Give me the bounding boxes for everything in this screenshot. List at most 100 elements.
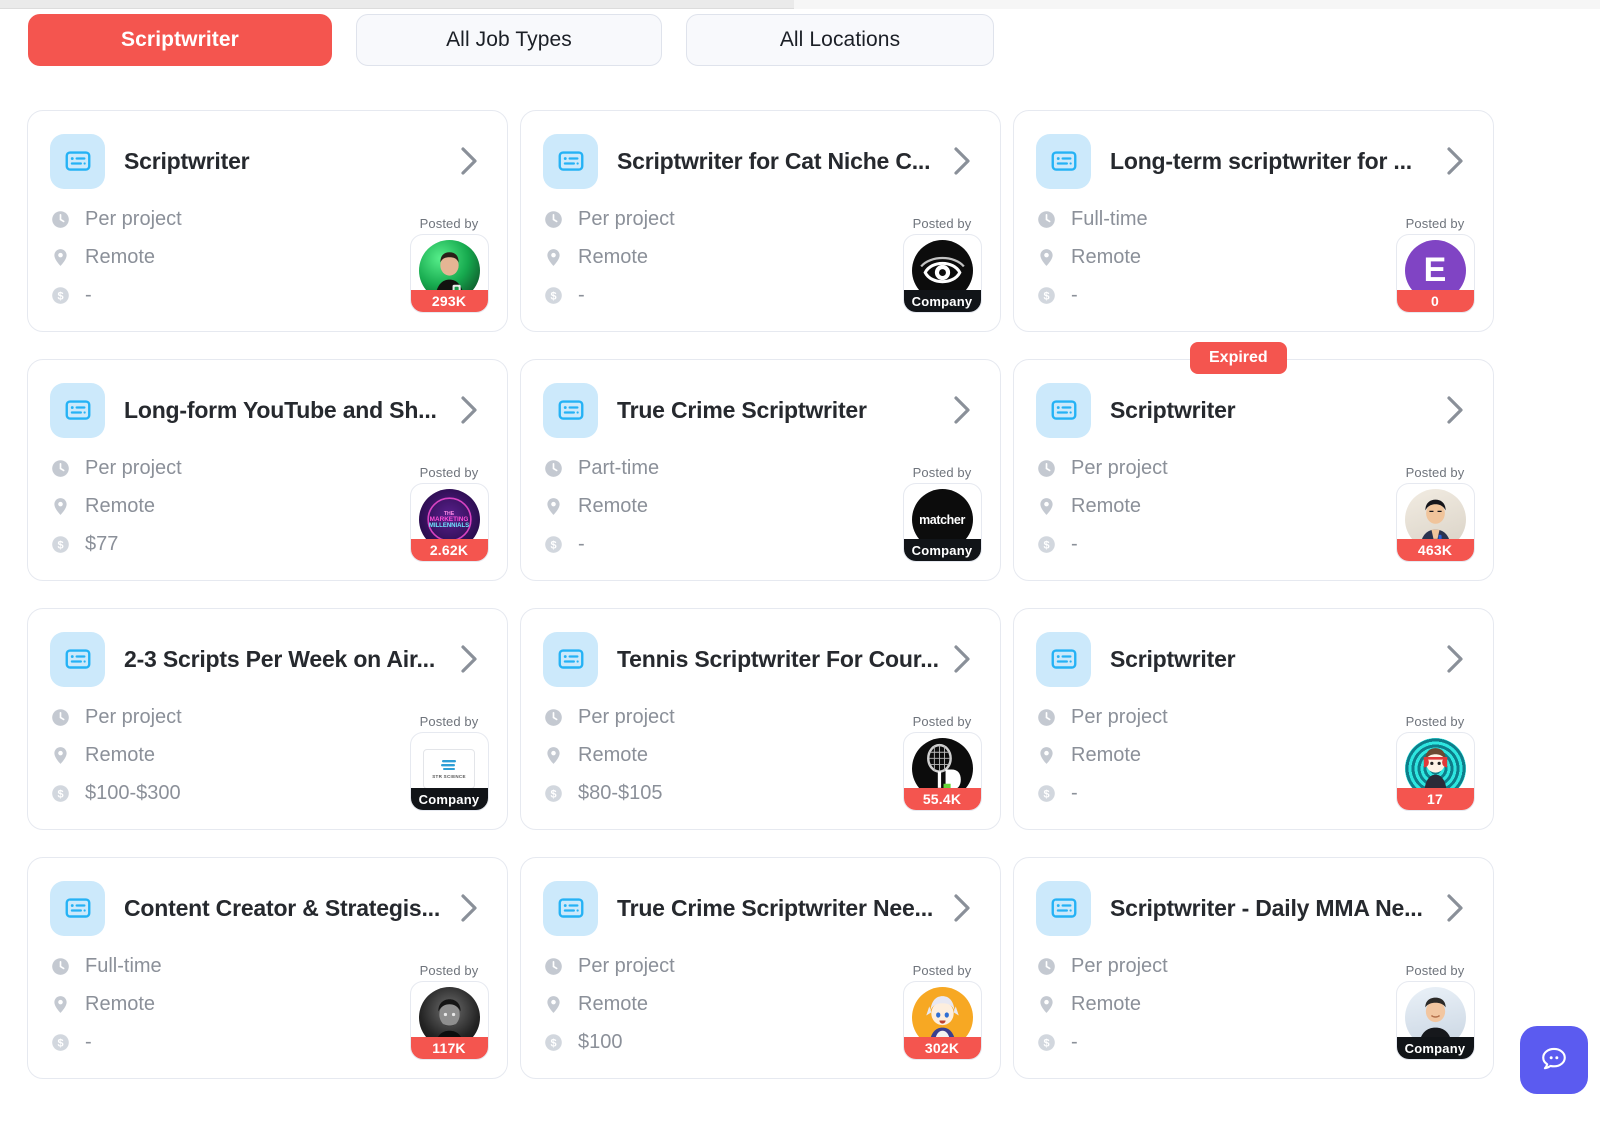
open-job-chevron[interactable] [1441,891,1469,925]
posted-by-label: Posted by [419,465,479,480]
poster-footer-badge: 55.4K [903,788,981,810]
posted-by-label: Posted by [419,963,479,978]
job-poster[interactable]: Posted by 55.4K [902,714,982,811]
open-job-chevron[interactable] [455,393,483,427]
job-meta-pay: $ - [1036,781,1336,805]
filter-locations[interactable]: All Locations [686,14,994,66]
dollar-circle-icon-wrap: $ [543,534,564,555]
open-job-chevron[interactable] [1441,393,1469,427]
open-job-chevron[interactable] [455,891,483,925]
dollar-circle-icon: $ [545,784,562,802]
job-title: Content Creator & Strategis... [124,894,441,921]
poster-footer-badge: 2.62K [410,539,488,561]
job-meta-list: Per project Remote $ - [1036,954,1336,1054]
job-pay-text: - [85,1030,92,1053]
top-chrome-strip-left [0,0,794,9]
job-type-text: Per project [578,954,675,977]
svg-text:$: $ [1043,539,1049,551]
clock-icon-wrap [543,707,564,728]
job-meta-list: Full-time Remote $ - [1036,207,1336,307]
job-poster[interactable]: Posted by E 0 [1395,216,1475,313]
job-pay-text: $100-$300 [85,781,181,804]
job-meta-location: Remote [1036,245,1336,269]
chat-face-icon [1542,1047,1566,1070]
job-type-text: Per project [578,207,675,230]
job-card[interactable]: Expired Scriptwriter Per project Remote $ - Po… [1013,342,1494,581]
posted-by-label: Posted by [912,465,972,480]
open-job-chevron[interactable] [948,144,976,178]
job-meta-pay: $ $77 [50,532,350,556]
open-job-chevron[interactable] [1441,144,1469,178]
job-card[interactable]: Scriptwriter Per project Remote $ - Posted by… [1013,608,1494,830]
open-job-chevron[interactable] [455,642,483,676]
job-poster[interactable]: Posted by Company [1395,963,1475,1060]
job-card[interactable]: Content Creator & Strategis... Full-time R… [27,857,508,1079]
job-card-header: Scriptwriter [1036,381,1469,439]
location-pin-icon-wrap [543,745,564,766]
location-pin-icon-wrap [543,496,564,517]
job-meta-pay: $ - [543,532,843,556]
svg-text:$: $ [57,290,63,302]
poster-footer-badge: 0 [1396,290,1474,312]
chat-fab-button[interactable] [1520,1026,1588,1094]
job-meta-list: Per project Remote $ - [1036,456,1336,556]
open-job-chevron[interactable] [948,642,976,676]
chevron-right-icon [1447,645,1463,673]
job-type-icon-wrap [50,631,105,687]
open-job-chevron[interactable] [455,144,483,178]
job-poster[interactable]: Posted by 463K [1395,465,1475,562]
job-poster[interactable]: Posted by Company [902,216,982,313]
job-type-icon-wrap [50,133,105,189]
script-card-icon [558,898,583,918]
clock-icon-wrap [50,458,71,479]
open-job-chevron[interactable] [1441,642,1469,676]
job-poster[interactable]: Posted by 293K [409,216,489,313]
job-card[interactable]: Long-term scriptwriter for ... Full-time R… [1013,110,1494,332]
top-chrome-strip [0,0,1600,9]
job-poster[interactable]: Posted by 302K [902,963,982,1060]
job-card[interactable]: True Crime Scriptwriter Nee... Per projec… [520,857,1001,1079]
chevron-right-icon [461,396,477,424]
job-type-text: Per project [1071,456,1168,479]
filter-scriptwriter[interactable]: Scriptwriter [28,14,332,66]
chevron-right-icon [954,894,970,922]
posted-by-label: Posted by [419,714,479,729]
location-pin-icon [547,746,560,764]
job-card[interactable]: Scriptwriter Per project Remote $ - Posted by… [27,110,508,332]
svg-text:$: $ [57,539,63,551]
dollar-circle-icon-wrap: $ [50,534,71,555]
job-card-header: Long-form YouTube and Sh... [50,381,483,439]
job-poster[interactable]: Posted by matcher Company [902,465,982,562]
open-job-chevron[interactable] [948,393,976,427]
svg-text:$: $ [550,539,556,551]
svg-text:$: $ [550,290,556,302]
job-poster[interactable]: Posted by 117K [409,963,489,1060]
job-card[interactable]: Scriptwriter - Daily MMA Ne... Per projec… [1013,857,1494,1079]
chevron-right-icon [954,396,970,424]
location-pin-icon-wrap [50,247,71,268]
job-card-header: Scriptwriter [1036,630,1469,688]
job-card[interactable]: Long-form YouTube and Sh... Per project Re… [27,359,508,581]
job-meta-location: Remote [543,494,843,518]
job-card[interactable]: 2-3 Scripts Per Week on Air... Per projec… [27,608,508,830]
job-card[interactable]: Tennis Scriptwriter For Cour... Per proje… [520,608,1001,830]
location-pin-icon-wrap [50,745,71,766]
script-card-icon [1051,898,1076,918]
job-meta-location: Remote [543,245,843,269]
job-location-text: Remote [1071,992,1142,1015]
clock-icon-wrap [543,458,564,479]
job-poster[interactable]: Posted by THE MARKETING MILLENNIALS 2.62K [409,465,489,562]
job-poster[interactable]: Posted by 17 [1395,714,1475,811]
open-job-chevron[interactable] [948,891,976,925]
job-card[interactable]: Scriptwriter for Cat Niche C... Per proje… [520,110,1001,332]
filter-job-types[interactable]: All Job Types [356,14,662,66]
job-card[interactable]: True Crime Scriptwriter Part-time Remote $ -… [520,359,1001,581]
dollar-circle-icon-wrap: $ [1036,285,1057,306]
job-title: 2-3 Scripts Per Week on Air... [124,645,436,672]
poster-avatar-box: 17 [1395,732,1475,811]
posted-by-label: Posted by [1405,963,1465,978]
job-type-text: Per project [1071,954,1168,977]
poster-footer-badge: Company [903,539,981,561]
job-poster[interactable]: Posted by STR SCIENCE Company [409,714,489,811]
clock-icon-wrap [50,956,71,977]
